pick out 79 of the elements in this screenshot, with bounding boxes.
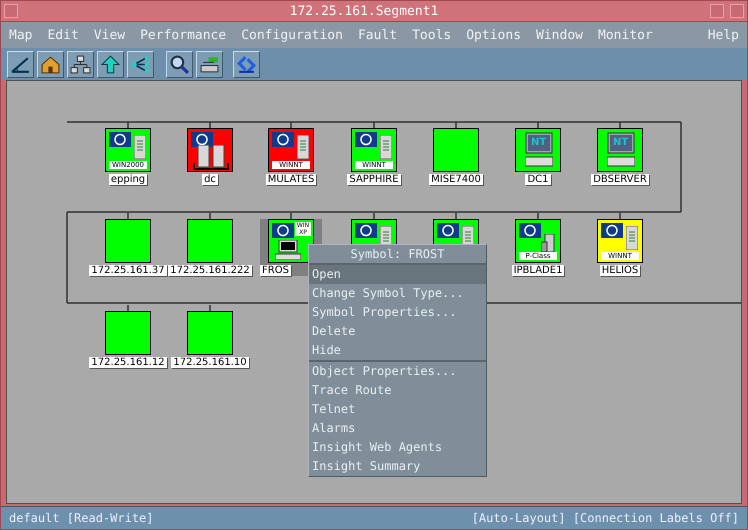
hp-logo-icon — [272, 223, 294, 238]
node-symbol[interactable] — [105, 311, 151, 355]
menu-item[interactable]: Tools — [412, 28, 452, 42]
hp-logo-icon — [601, 223, 623, 238]
context-menu-item[interactable]: Delete — [309, 322, 486, 341]
os-label: NT — [530, 137, 548, 148]
server-tower-icon — [380, 135, 392, 159]
hp-logo-icon — [519, 223, 541, 238]
node-symbol[interactable] — [187, 128, 233, 172]
menu-item[interactable]: Edit — [47, 28, 79, 42]
window-title: 172.25.161.Segment1 — [288, 4, 440, 18]
status-text: [Auto-Layout] [Connection Labels Off] — [472, 511, 739, 525]
search-icon — [169, 54, 190, 74]
context-menu-item[interactable]: Change Symbol Type... — [309, 284, 486, 303]
node-label: epping — [108, 174, 148, 185]
node-label: IPBLADE1 — [512, 265, 564, 276]
up-button[interactable] — [97, 50, 124, 78]
context-menu-item[interactable]: Object Properties... — [309, 362, 486, 381]
network-button[interactable] — [67, 50, 94, 78]
node-symbol[interactable] — [187, 311, 233, 355]
node-label: dc — [202, 174, 218, 185]
menu-item[interactable]: Performance — [140, 28, 226, 42]
node-label: DC1 — [525, 174, 551, 185]
node-label: SAPPHIRE — [347, 174, 401, 185]
switch-button[interactable] — [196, 50, 223, 78]
node-label: HELIOS — [600, 265, 640, 276]
context-menu-item[interactable]: Insight Summary — [309, 457, 486, 476]
branch-button[interactable] — [127, 50, 154, 78]
hp-logo-icon — [437, 223, 459, 238]
menu-item[interactable]: Window — [536, 28, 583, 42]
house-icon — [40, 54, 61, 74]
up-arrow-icon — [100, 54, 121, 74]
node-label: DBSERVER — [591, 174, 649, 185]
context-menu-item[interactable]: Open — [309, 265, 486, 284]
node-label: MISE7400 — [429, 174, 483, 185]
hp-logo-icon — [191, 132, 213, 147]
context-menu-item[interactable]: Telnet — [309, 400, 486, 419]
node-symbol[interactable] — [105, 219, 151, 263]
logo-button[interactable] — [233, 50, 260, 78]
home-button[interactable] — [37, 50, 64, 78]
context-menu-item[interactable]: Alarms — [309, 419, 486, 438]
double-chevron-logo-icon — [236, 54, 257, 74]
hp-logo-icon — [355, 223, 377, 238]
node-label: 172.25.161.37 — [89, 265, 167, 276]
status-text: default [Read-Write] — [9, 511, 154, 525]
network-tree-icon — [70, 54, 91, 74]
dual-server-icon — [192, 145, 230, 171]
ruler-tool-button[interactable] — [7, 50, 34, 78]
node-label: 172.25.161.12 — [89, 357, 167, 368]
node-label: 172.25.161.222 — [168, 265, 252, 276]
hp-logo-icon — [355, 132, 377, 147]
menu-item[interactable]: Options — [466, 28, 522, 42]
server-tower-icon — [626, 226, 638, 250]
node-symbol[interactable] — [433, 128, 479, 172]
node-symbol[interactable] — [187, 219, 233, 263]
menu-item[interactable]: Map — [9, 28, 32, 42]
hp-logo-icon — [272, 132, 294, 147]
server-tower-icon — [134, 135, 146, 159]
search-button[interactable] — [166, 50, 193, 78]
server-tower-icon — [297, 135, 309, 159]
node-symbol[interactable]: NT — [515, 128, 561, 172]
hp-logo-icon — [109, 132, 131, 147]
menu-item[interactable]: Configuration — [241, 28, 343, 42]
context-menu-item[interactable]: Trace Route — [309, 381, 486, 400]
node-label: FROS — [260, 265, 291, 276]
desktop-computer-icon — [275, 240, 301, 260]
branch-nodes-icon — [130, 54, 151, 74]
context-menu-item[interactable]: Hide — [309, 341, 486, 360]
node-label: 172.25.161.10 — [171, 357, 249, 368]
context-menu-item[interactable]: Insight Web Agents — [309, 438, 486, 457]
menu-item[interactable]: Monitor — [598, 28, 653, 42]
os-label: NT — [612, 137, 630, 148]
node-symbol[interactable]: NT — [597, 128, 643, 172]
node-label: MULATES — [266, 174, 316, 185]
menu-item[interactable]: View — [94, 28, 126, 42]
menu-item[interactable]: Fault — [358, 28, 398, 42]
blade-server-icon — [541, 234, 555, 254]
context-menu-item[interactable]: Symbol Properties... — [309, 303, 486, 322]
menu-item[interactable]: Help — [708, 28, 739, 42]
